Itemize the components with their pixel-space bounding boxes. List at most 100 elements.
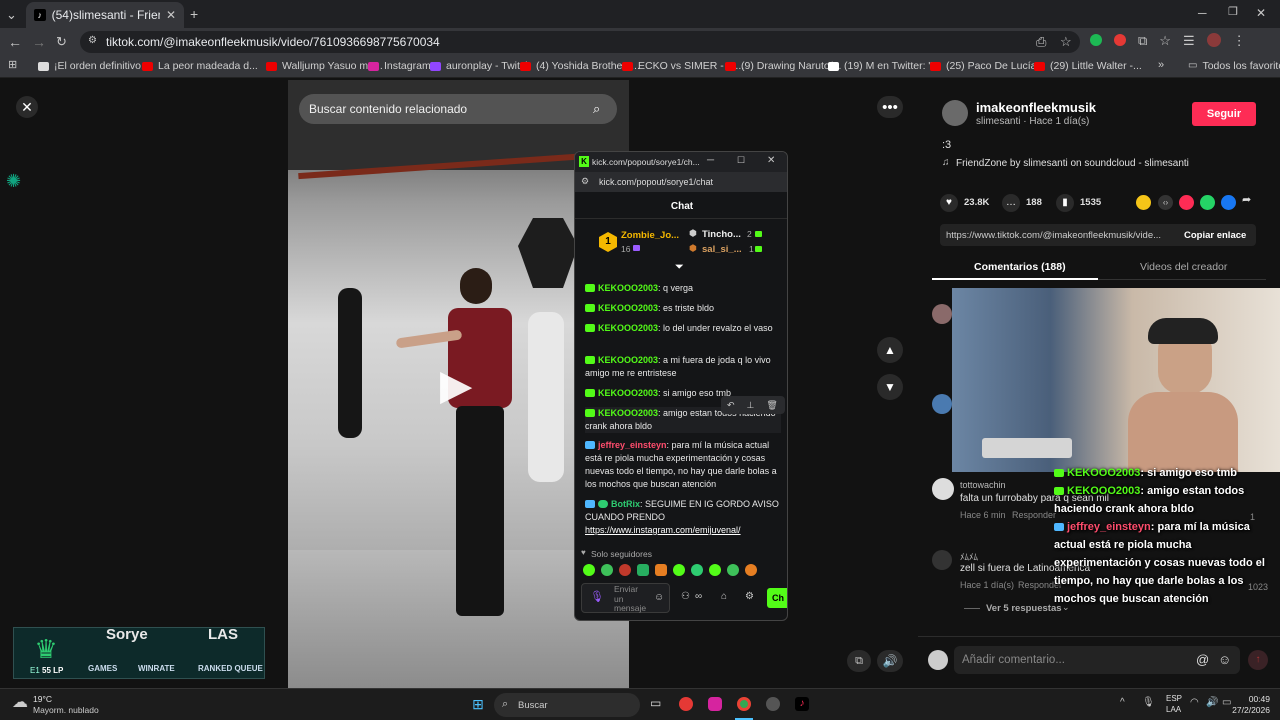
- play-icon[interactable]: ▶: [440, 364, 472, 406]
- extension-green-icon[interactable]: [1090, 34, 1102, 46]
- emoji-icon[interactable]: ☺: [1218, 653, 1231, 666]
- chat-username[interactable]: KEKOOO2003: [598, 303, 658, 313]
- bookmark-icon[interactable]: ▮: [1056, 194, 1074, 212]
- wifi-icon[interactable]: ◠: [1190, 698, 1199, 708]
- pip-icon[interactable]: ⧉: [847, 650, 871, 672]
- install-app-icon[interactable]: ⎙: [1036, 35, 1046, 48]
- settings-icon[interactable]: ⚙: [745, 592, 754, 602]
- facebook-icon[interactable]: [1221, 195, 1236, 210]
- taskbar-app-icon[interactable]: [679, 697, 693, 711]
- chat-username[interactable]: KEKOOO2003: [598, 408, 658, 418]
- related-search-bar[interactable]: Buscar contenido relacionado ⌕: [299, 94, 617, 124]
- embed-icon[interactable]: ‹›: [1158, 195, 1173, 210]
- microphone-tray-icon[interactable]: 🎙: [1142, 698, 1155, 708]
- more-options-icon[interactable]: •••: [877, 96, 903, 118]
- chat-link[interactable]: https://www.instagram.com/emijuvenal/: [585, 525, 741, 535]
- chrome-app-icon[interactable]: [737, 697, 751, 711]
- bookmark-item[interactable]: Walljump Yasuo mo...: [266, 60, 383, 72]
- add-comment-input[interactable]: Añadir comentario... @ ☺: [954, 646, 1240, 674]
- comment-username[interactable]: tottowachin: [960, 480, 1006, 490]
- emote-icon[interactable]: [637, 564, 649, 576]
- show-hidden-icons-icon[interactable]: ^: [1120, 698, 1125, 708]
- keyboard-language[interactable]: ESP: [1166, 694, 1182, 703]
- windows-start-icon[interactable]: ⊞: [470, 696, 486, 712]
- weather-cloud-icon[interactable]: ☁: [12, 695, 28, 711]
- volume-icon[interactable]: 🔊: [877, 650, 903, 672]
- coin-icon[interactable]: [1136, 195, 1151, 210]
- bookmark-item[interactable]: Instagram: [368, 60, 431, 72]
- bookmark-item[interactable]: auronplay - Twitch: [430, 60, 531, 72]
- commenter-avatar[interactable]: [932, 394, 952, 414]
- browser-tab[interactable]: ♪ (54)slimesanti - FriendZone by s ✕: [26, 2, 184, 28]
- emote-icon[interactable]: [745, 564, 757, 576]
- back-icon[interactable]: ←: [8, 35, 22, 49]
- popup-maximize-icon[interactable]: ☐: [737, 156, 745, 165]
- view-replies-button[interactable]: Ver 5 respuestas: [986, 603, 1062, 614]
- forward-icon[interactable]: →: [32, 35, 46, 49]
- tiktok-app-icon[interactable]: ♪: [795, 697, 809, 711]
- browser-menu-icon[interactable]: ⋮: [1233, 34, 1246, 47]
- close-video-icon[interactable]: ✕: [16, 96, 38, 118]
- chat-input[interactable]: 🎙 Enviar un mensaje ☺: [581, 583, 670, 613]
- minimize-icon[interactable]: ─: [1198, 7, 1207, 19]
- tab-creator-videos[interactable]: Videos del creador: [1140, 261, 1227, 273]
- popup-close-icon[interactable]: ✕: [767, 156, 775, 166]
- profile-avatar[interactable]: [1206, 33, 1221, 47]
- bookmark-item[interactable]: (19) M en Twitter: "...: [828, 60, 941, 72]
- mention-icon[interactable]: @: [1196, 653, 1209, 666]
- emote-icon[interactable]: [673, 564, 685, 576]
- obs-app-icon[interactable]: [766, 697, 780, 711]
- leaderboard-third-name[interactable]: sal_si_...: [702, 244, 742, 255]
- extension-red-icon[interactable]: [1114, 34, 1126, 46]
- chat-username[interactable]: KEKOOO2003: [598, 355, 658, 365]
- new-tab-icon[interactable]: +: [190, 7, 198, 21]
- window-close-icon[interactable]: ✕: [1256, 7, 1266, 19]
- clock-time[interactable]: 00:49: [1238, 694, 1270, 704]
- site-info-icon[interactable]: ⚙: [88, 36, 97, 46]
- emote-icon[interactable]: [709, 564, 721, 576]
- address-bar[interactable]: ⚙ tiktok.com/@imakeonfleekmusik/video/76…: [80, 31, 1080, 53]
- volume-tray-icon[interactable]: 🔊: [1206, 698, 1218, 708]
- all-favorites-folder[interactable]: ▭ Todos los favoritos: [1188, 60, 1280, 72]
- collapse-leaderboard-icon[interactable]: ⏷: [675, 262, 684, 273]
- close-tab-icon[interactable]: ✕: [166, 9, 176, 21]
- creator-username[interactable]: imakeonfleekmusik: [976, 100, 1096, 115]
- commenter-avatar[interactable]: [932, 478, 954, 500]
- like-icon[interactable]: ♥: [940, 194, 958, 212]
- post-comment-icon[interactable]: ↑: [1248, 650, 1268, 670]
- pin-icon[interactable]: ⊥: [747, 400, 755, 410]
- emoji-icon[interactable]: ☺: [654, 593, 664, 603]
- tab-search-icon[interactable]: ⌄: [6, 8, 17, 21]
- next-video-icon[interactable]: ▼: [877, 374, 903, 400]
- maximize-icon[interactable]: ❐: [1228, 7, 1238, 18]
- my-avatar[interactable]: [928, 650, 948, 670]
- favorites-icon[interactable]: ☆: [1159, 34, 1171, 47]
- chat-username[interactable]: BotRix: [611, 499, 640, 509]
- bookmark-item[interactable]: (29) Little Walter -...: [1034, 60, 1142, 72]
- apps-grid-icon[interactable]: ⊞: [8, 60, 17, 71]
- task-view-icon[interactable]: ▭: [650, 697, 661, 709]
- whatsapp-icon[interactable]: [1200, 195, 1215, 210]
- bookmark-item[interactable]: (9) Drawing Naruto/...: [725, 60, 841, 72]
- bookmark-star-icon[interactable]: ☆: [1060, 35, 1072, 48]
- delete-icon[interactable]: 🗑: [766, 400, 777, 410]
- commenter-avatar[interactable]: [932, 304, 952, 324]
- send-to-friends-icon[interactable]: [1179, 195, 1194, 210]
- commenter-avatar[interactable]: [932, 550, 952, 570]
- copy-link-button[interactable]: Copiar enlace: [1184, 230, 1246, 241]
- emote-icon[interactable]: [727, 564, 739, 576]
- follow-button[interactable]: Seguir: [1192, 102, 1256, 126]
- microphone-icon[interactable]: 🎙: [590, 592, 604, 603]
- reload-icon[interactable]: ↻: [56, 35, 67, 48]
- chat-username[interactable]: jeffrey_einsteyn: [598, 440, 667, 450]
- emote-icon[interactable]: [619, 564, 631, 576]
- reading-list-icon[interactable]: ☰: [1183, 34, 1195, 47]
- chat-username[interactable]: KEKOOO2003: [598, 388, 658, 398]
- more-bookmarks-icon[interactable]: »: [1158, 60, 1164, 71]
- bookmark-item[interactable]: La peor madeada d...: [142, 60, 258, 72]
- bookmark-item[interactable]: ¡El orden definitivo...: [38, 60, 150, 72]
- creator-avatar[interactable]: [942, 100, 968, 126]
- chatgpt-icon[interactable]: ✺: [6, 172, 21, 190]
- previous-video-icon[interactable]: ▲: [877, 337, 903, 363]
- emote-icon[interactable]: [655, 564, 667, 576]
